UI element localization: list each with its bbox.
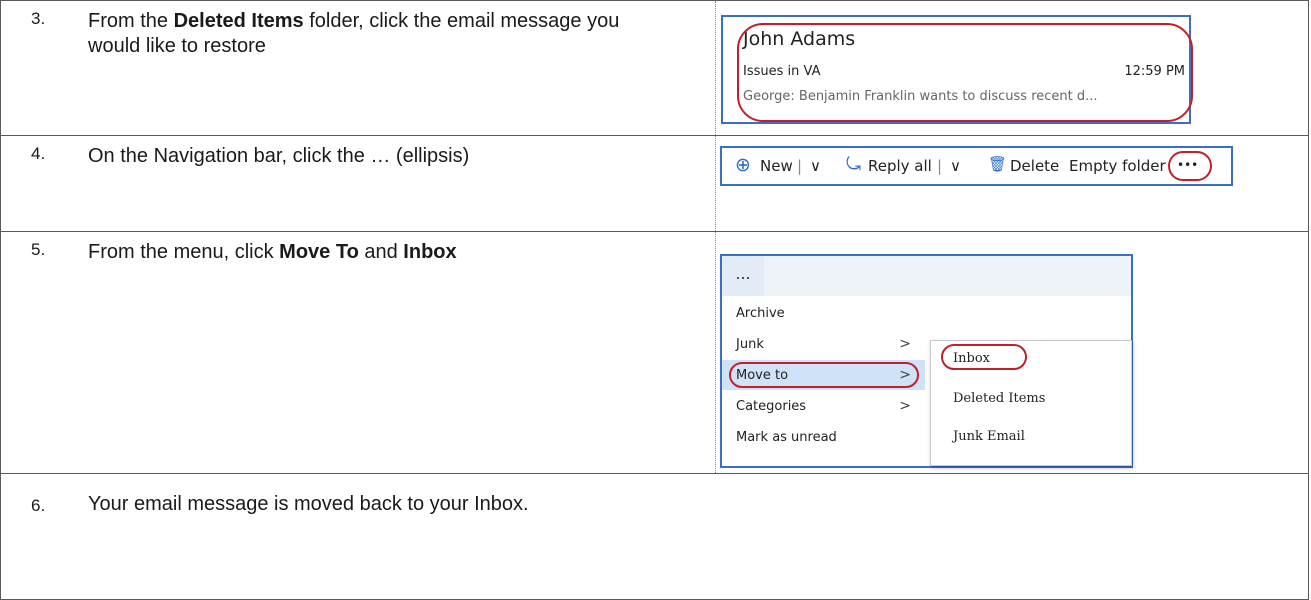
context-menu: Archive Junk > Move to > Categories > Ma… bbox=[722, 296, 925, 466]
menu-item-junk[interactable]: Junk > bbox=[722, 329, 925, 359]
menu-item-categories[interactable]: Categories > bbox=[722, 391, 925, 421]
more-actions-button[interactable]: ... bbox=[722, 256, 764, 296]
step-text-bold: Move To bbox=[279, 241, 359, 263]
step-instruction: Your email message is moved back to your… bbox=[88, 493, 529, 515]
chevron-right-icon: > bbox=[899, 398, 911, 414]
step-text: and bbox=[358, 241, 404, 263]
highlight-circle bbox=[729, 362, 919, 388]
toolbar-separator: | bbox=[797, 157, 803, 175]
step-text-bold: Deleted Items bbox=[173, 10, 304, 32]
step-text-bold: Inbox bbox=[403, 241, 457, 263]
highlight-circle bbox=[941, 344, 1027, 370]
step-instruction: On the Navigation bar, click the … (elli… bbox=[88, 145, 470, 167]
highlight-circle bbox=[737, 23, 1193, 122]
new-button[interactable]: New bbox=[760, 157, 793, 175]
step-number: 3. bbox=[31, 9, 46, 28]
column-divider bbox=[715, 1, 716, 135]
menu-item-archive[interactable]: Archive bbox=[722, 298, 925, 328]
step-number: 6. bbox=[31, 496, 46, 515]
step-number: 4. bbox=[31, 144, 46, 163]
new-dropdown-chevron-icon[interactable]: ∨ bbox=[810, 157, 821, 175]
chevron-right-icon: > bbox=[899, 336, 911, 352]
delete-button[interactable]: Delete bbox=[1010, 157, 1059, 175]
submenu-item-junk-email[interactable]: Junk Email bbox=[953, 429, 1025, 444]
highlight-circle bbox=[1168, 151, 1212, 181]
step-instruction: From the menu, click Move To and Inbox bbox=[88, 240, 668, 265]
trash-icon: 🗑 bbox=[988, 155, 1008, 173]
email-message-card[interactable]: John Adams Issues in VA 12:59 PM George:… bbox=[721, 15, 1193, 124]
step-row-5: 5. From the menu, click Move To and Inbo… bbox=[0, 232, 1309, 474]
column-divider bbox=[715, 232, 716, 473]
empty-folder-button[interactable]: Empty folder bbox=[1069, 157, 1166, 175]
navigation-toolbar: ⊕ New | ∨ ⤿ Reply all | ∨ 🗑 Delete Empty… bbox=[720, 146, 1233, 186]
menu-item-mark-as-unread[interactable]: Mark as unread bbox=[722, 422, 925, 452]
step-text: From the menu, click bbox=[88, 241, 280, 263]
menu-item-label: Categories bbox=[736, 399, 807, 414]
reply-dropdown-chevron-icon[interactable]: ∨ bbox=[950, 157, 961, 175]
submenu-item-deleted-items[interactable]: Deleted Items bbox=[953, 391, 1045, 406]
move-to-submenu: Inbox Deleted Items Junk Email bbox=[930, 340, 1132, 466]
step-number: 5. bbox=[31, 240, 46, 259]
step-row-4: 4. On the Navigation bar, click the … (e… bbox=[0, 136, 1309, 232]
menu-item-label: Mark as unread bbox=[736, 430, 837, 445]
step-row-6: 6. Your email message is moved back to y… bbox=[0, 474, 1309, 600]
plus-circle-icon: ⊕ bbox=[735, 154, 751, 176]
toolbar-separator: | bbox=[937, 157, 943, 175]
step-row-3: 3. From the Deleted Items folder, click … bbox=[0, 0, 1309, 136]
step-text: From the bbox=[88, 10, 174, 32]
step-instruction: From the Deleted Items folder, click the… bbox=[88, 9, 668, 59]
more-actions-menu-panel: ... Archive Junk > Move to > Categories … bbox=[720, 254, 1133, 468]
column-divider bbox=[715, 136, 716, 231]
menu-item-label: Archive bbox=[736, 306, 785, 321]
menu-item-label: Junk bbox=[736, 337, 764, 352]
reply-all-icon: ⤿ bbox=[846, 154, 861, 175]
reply-all-button[interactable]: Reply all bbox=[868, 157, 932, 175]
menu-top-bar bbox=[722, 256, 1131, 296]
menu-item-move-to[interactable]: Move to > bbox=[722, 360, 925, 390]
